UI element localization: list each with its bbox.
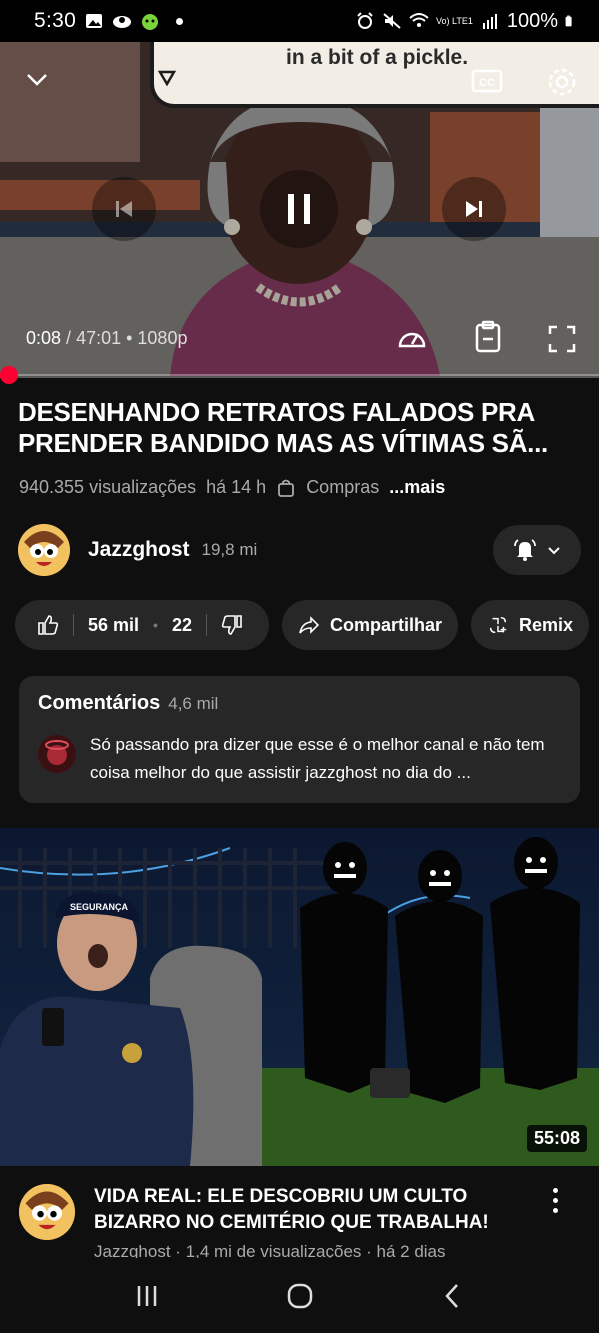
back-icon[interactable] <box>438 1281 468 1311</box>
home-icon[interactable] <box>285 1281 315 1311</box>
caption-pointer-icon <box>158 70 176 86</box>
share-icon <box>299 616 320 634</box>
more-options-icon[interactable] <box>545 1188 565 1218</box>
comments-heading: Comentários <box>38 692 161 714</box>
share-label: Compartilhar <box>329 614 442 635</box>
video-duration-badge: 55:08 <box>526 1125 587 1152</box>
alarm-icon <box>357 12 373 29</box>
video-meta[interactable]: 940.355 visualizações há 14 h Compras ..… <box>19 477 445 498</box>
svg-text:CC: CC <box>479 77 495 89</box>
thumbnail-image: SEGURANÇA <box>0 828 599 1166</box>
next-icon <box>466 201 482 217</box>
dislike-count[interactable]: 22 <box>172 615 192 636</box>
signal-icon <box>482 14 497 29</box>
settings-icon[interactable] <box>544 64 580 100</box>
remix-icon <box>489 616 507 634</box>
recent-apps-icon[interactable] <box>132 1281 162 1311</box>
comments-count: 4,6 mil <box>168 694 219 713</box>
avatar-face-icon <box>19 1184 75 1240</box>
channel-avatar[interactable] <box>18 524 70 576</box>
pause-icon <box>288 194 310 224</box>
like-count[interactable]: 56 mil <box>88 615 139 636</box>
upload-age: há 14 h <box>206 477 267 497</box>
channel-name[interactable]: Jazzghost <box>88 538 190 562</box>
shopping-bag-icon <box>278 479 295 497</box>
chevron-down-icon <box>548 547 560 555</box>
notifications-button[interactable] <box>493 525 581 575</box>
dot-separator: • <box>153 617 158 633</box>
video-title[interactable]: DESENHANDO RETRATOS FALADOS PRA PRENDER … <box>18 397 583 459</box>
scrubber-handle[interactable] <box>0 366 18 384</box>
bell-ring-icon <box>514 539 536 561</box>
commenter-avatar-icon <box>38 735 76 773</box>
speed-icon[interactable] <box>396 322 428 354</box>
battery-text: 100% <box>506 9 558 32</box>
action-row: 56 mil • 22 Compartilhar Remix <box>15 600 589 650</box>
like-dislike-group: 56 mil • 22 <box>15 600 269 650</box>
fullscreen-icon[interactable] <box>547 324 577 354</box>
like-icon[interactable] <box>37 614 59 636</box>
comments-panel[interactable]: Comentários 4,6 mil Só passando pra dize… <box>19 676 580 803</box>
avatar-face-icon <box>18 524 70 576</box>
commenter-avatar <box>38 735 76 773</box>
previous-icon <box>116 201 132 217</box>
remix-label: Remix <box>518 614 573 635</box>
network-label: Vo) LTE1 <box>435 15 473 26</box>
more-notifications-icon <box>176 17 184 25</box>
video-player[interactable]: in a bit of a pickle. CC 0:08 / 47:01 • … <box>0 42 599 376</box>
chevron-down-icon[interactable] <box>24 66 50 92</box>
notification-icon <box>113 16 132 28</box>
comments-header: Comentários 4,6 mil <box>38 692 561 715</box>
channel-row: Jazzghost 19,8 mi <box>18 524 581 576</box>
app-icon <box>142 14 159 30</box>
more-link[interactable]: ...mais <box>389 477 445 498</box>
top-comment: Só passando pra dizer que esse é o melho… <box>38 731 561 787</box>
top-comment-text: Só passando pra dizer que esse é o melho… <box>90 735 545 782</box>
caption-text: in a bit of a pickle. <box>286 46 469 69</box>
subscriber-count: 19,8 mi <box>201 540 258 559</box>
next-channel-avatar[interactable] <box>19 1184 75 1240</box>
time-separator: / <box>66 328 72 348</box>
thumb-badge-text: SEGURANÇA <box>70 902 129 912</box>
system-nav-bar <box>0 1258 599 1333</box>
total-duration: 47:01 <box>76 328 122 348</box>
pause-button[interactable] <box>260 170 338 248</box>
wifi-icon <box>409 13 429 27</box>
time-readout: 0:08 / 47:01 • 1080p <box>26 328 187 349</box>
status-time: 5:30 <box>34 9 77 32</box>
clipboard-icon[interactable] <box>472 320 504 354</box>
next-video-text: VIDA REAL: ELE DESCOBRIU UM CULTO BIZARR… <box>94 1184 534 1262</box>
view-count: 940.355 visualizações <box>19 477 197 497</box>
battery-icon <box>565 15 572 27</box>
divider <box>205 614 207 636</box>
divider <box>73 614 74 636</box>
share-button[interactable]: Compartilhar <box>282 600 458 650</box>
next-video-title[interactable]: VIDA REAL: ELE DESCOBRIU UM CULTO BIZARR… <box>94 1184 534 1236</box>
next-video-info[interactable]: VIDA REAL: ELE DESCOBRIU UM CULTO BIZARR… <box>19 1184 579 1262</box>
shopping-label: Compras <box>306 477 380 497</box>
next-button[interactable] <box>442 177 506 241</box>
quality-label: • 1080p <box>126 328 188 348</box>
remix-button[interactable]: Remix <box>471 600 589 650</box>
captions-icon[interactable]: CC <box>470 64 504 98</box>
previous-button[interactable] <box>92 177 156 241</box>
gallery-icon <box>86 14 103 28</box>
status-bar: 5:30 Vo) LTE1 100% <box>0 0 599 42</box>
dislike-icon[interactable] <box>221 614 243 636</box>
current-time: 0:08 <box>26 328 62 348</box>
progress-bar[interactable] <box>0 366 599 384</box>
mute-icon <box>383 13 401 29</box>
next-video-thumbnail[interactable]: SEGURANÇA 55:08 <box>0 828 599 1166</box>
